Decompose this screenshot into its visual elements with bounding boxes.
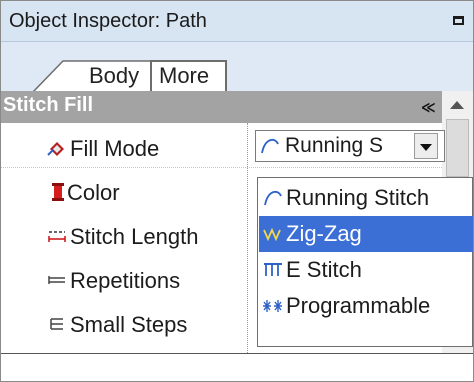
- dropdown-arrow-button[interactable]: [414, 133, 438, 159]
- dropdown-option-running-stitch[interactable]: Running Stitch: [259, 180, 473, 216]
- maximize-icon[interactable]: [453, 16, 464, 25]
- spool-icon: [52, 183, 64, 201]
- row-divider: [1, 167, 442, 168]
- title-bar: Object Inspector: Path: [1, 1, 473, 42]
- tab-body[interactable]: Body: [31, 60, 152, 93]
- dropdown-option-label: Programmable: [286, 293, 431, 318]
- window-title: Object Inspector: Path: [9, 10, 207, 32]
- bottom-divider: [1, 353, 473, 354]
- section-title: Stitch Fill: [3, 94, 93, 116]
- running-stitch-icon: [264, 190, 282, 206]
- scroll-thumb[interactable]: [446, 119, 469, 177]
- scroll-up-icon[interactable]: [450, 101, 464, 109]
- object-inspector-panel: Object Inspector: Path Body More Stitch …: [0, 0, 474, 382]
- fill-mode-value: Running S: [285, 134, 384, 157]
- small-steps-icon: [50, 318, 63, 330]
- running-stitch-icon: [261, 138, 279, 154]
- e-stitch-icon: [264, 263, 282, 276]
- dropdown-option-programmable[interactable]: Programmable: [259, 288, 473, 324]
- zigzag-icon: [263, 227, 281, 242]
- fill-mode-icon: [47, 142, 64, 156]
- section-header-stitch-fill[interactable]: Stitch Fill ≪: [1, 91, 442, 123]
- dropdown-option-label: E Stitch: [286, 257, 362, 282]
- tab-more[interactable]: More: [150, 60, 227, 93]
- dropdown-option-label: Running Stitch: [286, 185, 430, 210]
- property-label: Fill Mode: [70, 136, 160, 161]
- tab-body-label: Body: [89, 63, 140, 88]
- dropdown-option-zigzag[interactable]: Zig-Zag: [259, 216, 473, 252]
- stitch-length-icon: [48, 231, 66, 242]
- fill-mode-select[interactable]: Running S: [255, 130, 445, 162]
- property-label: Repetitions: [70, 268, 181, 293]
- column-divider: [247, 123, 248, 353]
- tab-strip: Body More: [1, 42, 473, 93]
- programmable-icon: [263, 300, 282, 312]
- fill-mode-dropdown-list: Running Stitch Zig-Zag E Stitch Programm…: [257, 177, 473, 347]
- chevron-down-icon: [420, 144, 432, 151]
- property-label: Stitch Length: [70, 224, 199, 249]
- tab-more-label: More: [159, 63, 210, 88]
- collapse-icon[interactable]: ≪: [421, 99, 436, 116]
- dropdown-option-e-stitch[interactable]: E Stitch: [259, 252, 473, 288]
- property-label: Color: [67, 180, 120, 205]
- repetitions-icon: [48, 276, 65, 284]
- dropdown-option-label: Zig-Zag: [286, 221, 362, 246]
- property-label: Small Steps: [70, 312, 188, 337]
